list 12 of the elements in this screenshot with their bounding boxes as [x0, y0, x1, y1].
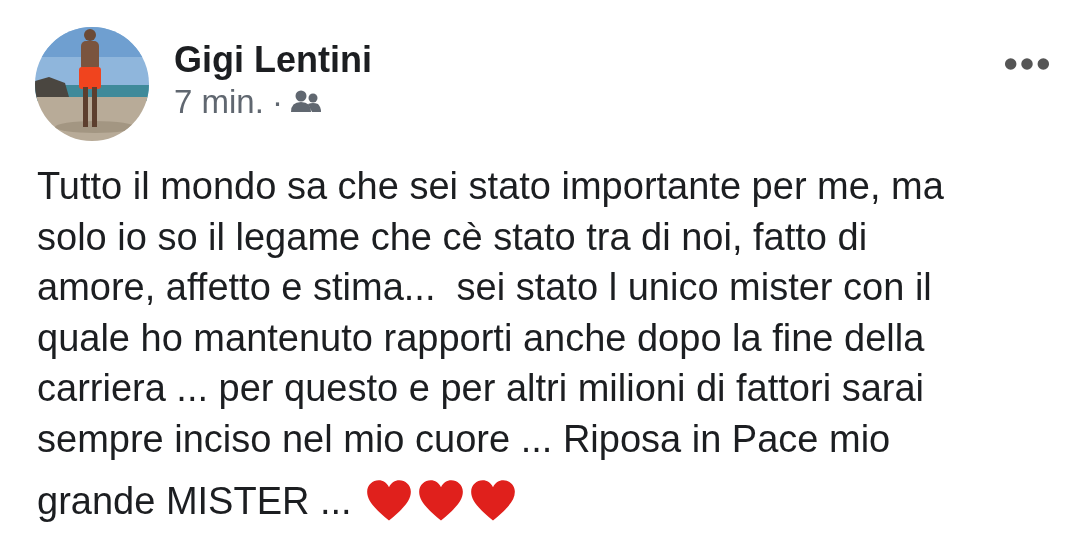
post-text-line: solo io so il legame che cè stato tra di noi, fatto di — [37, 215, 868, 258]
more-options-icon[interactable] — [1004, 57, 1050, 71]
post-text-line: grande MISTER ... — [37, 479, 352, 524]
post-text-line: quale ho mantenuto rapporti anche dopo la fine della — [37, 316, 925, 359]
author-name[interactable]: Gigi Lentini — [174, 39, 372, 81]
post-text-line: carriera ... per questo e per altri milioni di fattori sarai — [37, 367, 925, 409]
separator: · — [271, 83, 283, 121]
post-text-line: amore, affetto e stima... sei stato l unico mister con il — [37, 266, 932, 308]
post-time[interactable]: 7 min. — [174, 83, 264, 121]
friends-icon[interactable] — [290, 90, 321, 114]
post-text-line: sempre inciso nel mio cuore ... Riposa in Pace mio — [37, 417, 891, 460]
post-text-line: Tutto il mondo sa che sei stato importante per me, ma — [37, 165, 944, 207]
